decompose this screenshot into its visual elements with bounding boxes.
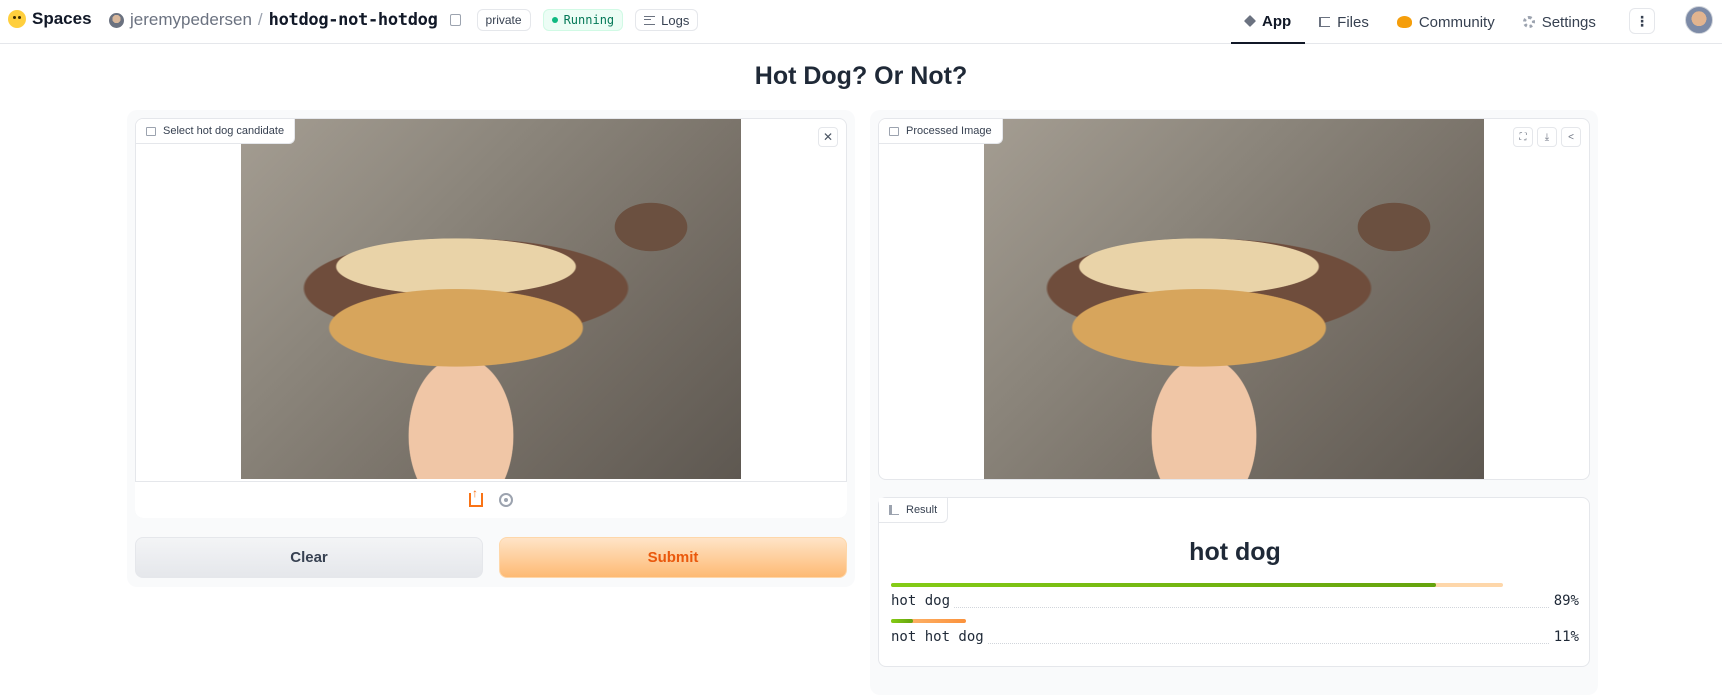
tab-app[interactable]: App: [1231, 0, 1306, 44]
confidence-label: not hot dog: [891, 629, 988, 645]
visibility-badge: private: [476, 9, 531, 31]
download-button[interactable]: ⤓: [1537, 127, 1557, 147]
status-badge[interactable]: Running: [542, 9, 624, 31]
result-label: Result: [879, 498, 949, 523]
tab-community[interactable]: Community: [1383, 0, 1509, 44]
breadcrumb: jeremypedersen / hotdog-not-hotdog priva…: [109, 9, 699, 31]
more-options-button[interactable]: ⋮: [1629, 8, 1655, 34]
download-icon: ⤓: [1544, 131, 1550, 143]
confidence-label: hot dog: [891, 593, 955, 609]
confidence-leader: [891, 607, 1579, 608]
tab-settings-label: Settings: [1541, 13, 1596, 31]
confidence-value: 89%: [1549, 593, 1579, 609]
input-panel: Select hot dog candidate ✕ Clear Submit: [127, 110, 855, 587]
copy-icon[interactable]: [449, 14, 461, 26]
confidence-bar-fill: [891, 583, 1436, 587]
huggingface-logo-icon: [8, 10, 26, 28]
image-input-label: Select hot dog candidate: [136, 119, 296, 144]
upload-icon[interactable]: [469, 486, 483, 507]
tab-app-label: App: [1262, 12, 1292, 30]
page-title: Hot Dog? Or Not?: [754, 62, 968, 90]
image-icon: [146, 126, 156, 136]
output-panel: Processed Image ⛶ ⤓ < Result hot dog hot…: [870, 110, 1598, 695]
tab-community-label: Community: [1418, 13, 1495, 31]
clear-button[interactable]: Clear: [135, 537, 483, 578]
webcam-icon[interactable]: [499, 493, 513, 507]
owner-link[interactable]: jeremypedersen: [130, 10, 252, 30]
files-icon: [1319, 17, 1331, 27]
submit-button[interactable]: Submit: [499, 537, 847, 578]
tab-files[interactable]: Files: [1305, 0, 1383, 44]
share-button[interactable]: <: [1561, 127, 1581, 147]
image-input-label-text: Select hot dog candidate: [163, 125, 285, 137]
community-icon: [1396, 16, 1412, 28]
clear-image-button[interactable]: ✕: [818, 127, 838, 147]
confidence-leader: [891, 643, 1579, 644]
confidence-bar-fill: [891, 619, 913, 623]
chart-icon: [889, 505, 899, 515]
logs-label: Logs: [661, 12, 690, 28]
tab-files-label: Files: [1337, 13, 1369, 31]
close-icon: ✕: [822, 130, 834, 144]
logs-button[interactable]: Logs: [635, 9, 699, 31]
brand-label: Spaces: [32, 9, 92, 28]
processed-image-output: Processed Image ⛶ ⤓ <: [878, 118, 1590, 480]
image-input[interactable]: Select hot dog candidate ✕: [135, 118, 847, 518]
breadcrumb-separator: /: [257, 10, 263, 29]
image-toolbar: ⛶ ⤓ <: [1513, 127, 1581, 147]
share-icon: <: [1568, 131, 1574, 143]
image-source-selector: [135, 481, 847, 518]
result-label-output: Result hot dog hot dog 89% not hot dog 1…: [878, 497, 1590, 667]
processed-image-label: Processed Image: [879, 119, 1003, 144]
owner-avatar: [109, 12, 124, 28]
logs-icon: [644, 15, 656, 25]
user-avatar[interactable]: [1685, 6, 1713, 34]
top-prediction: hot dog: [1189, 538, 1281, 566]
status-label: Running: [563, 13, 615, 27]
top-navigation-bar: Spaces jeremypedersen / hotdog-not-hotdo…: [0, 0, 1722, 44]
result-label-text: Result: [906, 504, 938, 516]
processed-image-label-text: Processed Image: [906, 125, 992, 137]
space-tabs: App Files Community Settings: [1231, 0, 1610, 44]
confidence-value: 11%: [1549, 629, 1579, 645]
cube-icon: [1243, 14, 1257, 28]
processed-image: [984, 119, 1484, 479]
image-icon: [889, 126, 899, 136]
input-image: [241, 119, 741, 479]
spaces-home-link[interactable]: Spaces: [8, 9, 92, 29]
tab-settings[interactable]: Settings: [1509, 0, 1610, 44]
repo-name-link[interactable]: hotdog-not-hotdog: [269, 10, 438, 30]
status-dot-icon: [551, 17, 558, 23]
fullscreen-button[interactable]: ⛶: [1513, 127, 1533, 147]
gear-icon: [1522, 16, 1535, 28]
fullscreen-icon: ⛶: [1519, 131, 1527, 143]
